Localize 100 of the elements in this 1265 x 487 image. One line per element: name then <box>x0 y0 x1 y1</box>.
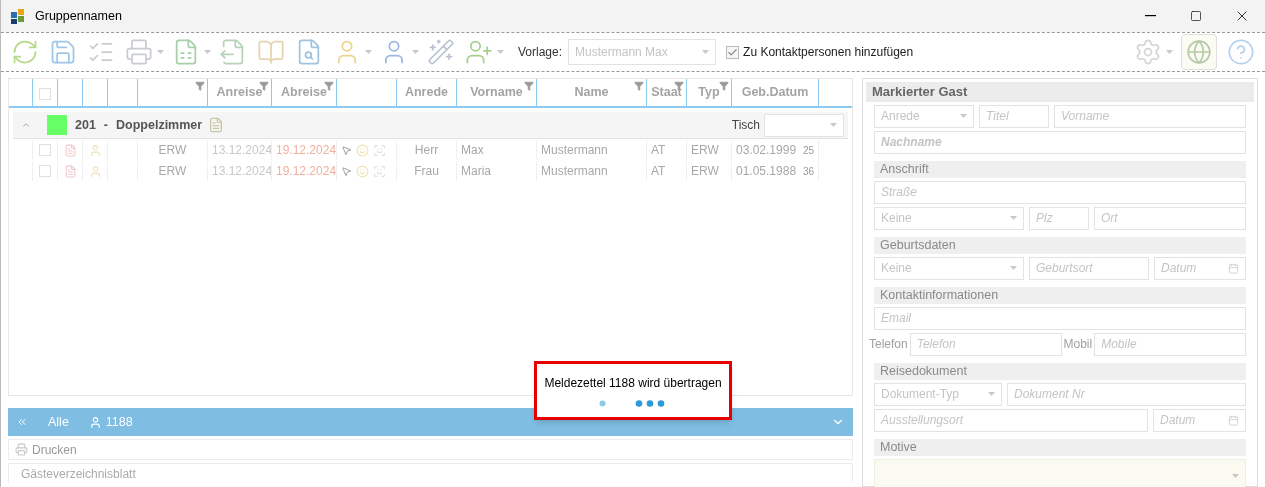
table-cell-text: 01.05.1988 <box>736 163 797 180</box>
input-field[interactable]: Datum <box>1153 408 1246 432</box>
face-scan-icon <box>373 164 386 178</box>
input-field[interactable]: Ort <box>1094 206 1246 230</box>
age-text: 25 <box>802 143 814 158</box>
age-text: 36 <box>802 164 814 179</box>
placeholder-text: Ausstellungsort <box>881 412 965 429</box>
placeholder-text: Titel <box>986 108 1010 125</box>
app-logo-icon <box>11 8 27 24</box>
first-page-icon[interactable] <box>16 416 28 428</box>
group-row[interactable]: 201 - Doppelzimmer Tisch <box>13 112 848 139</box>
smiley-icon <box>356 164 369 178</box>
input-field[interactable]: Vorname <box>1054 104 1246 128</box>
input-field[interactable]: Email <box>874 306 1246 330</box>
input-field[interactable]: Geburtsort <box>1029 256 1149 280</box>
template-dropdown[interactable]: Mustermann Max <box>568 39 717 65</box>
column-header[interactable]: Anreise <box>208 79 272 106</box>
column-header[interactable]: Abreise <box>272 79 337 106</box>
checkbox[interactable] <box>39 165 51 177</box>
placeholder-text: Dokument Nr <box>1014 386 1086 403</box>
checkbox[interactable] <box>39 144 51 156</box>
section-heading: Kontaktinformationen <box>874 286 1246 304</box>
phone-label: Telefon <box>869 336 908 353</box>
minimize-icon <box>1144 15 1156 17</box>
placeholder-text: Datum <box>1161 260 1198 277</box>
column-header[interactable]: Geb.Datum <box>732 79 819 106</box>
caret-icon <box>365 50 372 54</box>
caret-icon <box>412 50 419 54</box>
column-header[interactable]: Staat <box>647 79 687 106</box>
printer-icon[interactable] <box>123 36 155 68</box>
table-dropdown[interactable] <box>764 113 844 137</box>
column-header[interactable]: Anrede <box>397 79 457 106</box>
table-cell-text: Frau <box>414 163 439 180</box>
filter-icon[interactable] <box>524 81 534 91</box>
table-cell-text: 19.12.2024 <box>276 163 336 180</box>
face-scan-icon <box>373 143 386 157</box>
placeholder-text: Telefon <box>916 336 957 353</box>
input-field[interactable]: Plz <box>1029 206 1089 230</box>
dropdown-value: Keine <box>881 210 913 227</box>
dropdown[interactable]: Keine <box>874 206 1024 230</box>
printer-icon <box>15 443 28 456</box>
input-field[interactable]: Telefon <box>909 332 1062 356</box>
print-button[interactable]: Drucken <box>32 440 77 459</box>
filter-icon[interactable] <box>719 81 729 91</box>
collapse-icon[interactable] <box>21 120 31 130</box>
motives-dropdown[interactable] <box>874 458 1246 487</box>
column-header[interactable]: Vorname <box>457 79 537 106</box>
caret-icon <box>830 123 837 127</box>
input-field[interactable]: Ausstellungsort <box>874 408 1148 432</box>
calendar-icon <box>1228 414 1239 426</box>
dropdown[interactable]: Keine <box>874 256 1024 280</box>
pointer-icon <box>341 144 352 156</box>
user-icon <box>88 415 102 429</box>
table-cell-text: ERW <box>691 163 719 180</box>
caret-icon <box>1166 50 1173 54</box>
room-name: Doppelzimmer <box>116 116 203 134</box>
placeholder-text: Plz <box>1036 210 1054 227</box>
caret-icon <box>204 50 211 54</box>
all-filter[interactable]: Alle <box>48 412 69 432</box>
column-header[interactable]: Name <box>537 79 647 106</box>
table-cell-text: Mustermann <box>541 163 608 180</box>
document-icon <box>63 164 77 178</box>
section-heading: Motive <box>874 438 1246 456</box>
dropdown-value: Anrede <box>881 108 921 125</box>
input-field[interactable]: Nachname <box>874 130 1246 154</box>
document-icon <box>63 143 77 157</box>
dropdown[interactable]: Anrede <box>874 104 974 128</box>
calendar-icon <box>1228 262 1239 274</box>
placeholder-text: Mobile <box>1101 336 1138 353</box>
placeholder-text: Nachname <box>881 134 943 151</box>
filter-icon[interactable] <box>634 81 644 91</box>
caret-icon <box>1010 216 1017 220</box>
filter-icon[interactable] <box>195 81 205 91</box>
caret-icon <box>1010 266 1017 270</box>
input-field[interactable]: Mobile <box>1094 332 1246 356</box>
input-field[interactable]: Titel <box>979 104 1049 128</box>
placeholder-text: Geburtsort <box>1036 260 1094 277</box>
contact-checkbox[interactable]: Zu Kontaktpersonen hinzufügen <box>726 43 914 61</box>
caret-icon <box>1232 473 1239 478</box>
caret-icon <box>702 50 710 54</box>
input-field[interactable]: Datum <box>1154 256 1246 280</box>
caret-icon <box>157 50 164 54</box>
table-cell-text: Maria <box>461 163 491 180</box>
separator-text: - <box>103 116 109 134</box>
caret-icon <box>960 114 967 118</box>
dropdown-value: Mustermann Max <box>575 44 669 61</box>
checkbox[interactable] <box>39 88 51 100</box>
input-field[interactable]: Straße <box>874 180 1246 204</box>
maximize-icon <box>1190 10 1202 22</box>
input-field[interactable]: Dokument Nr <box>1007 382 1246 406</box>
placeholder-text: Ort <box>1101 210 1119 227</box>
user-icon <box>88 164 102 178</box>
document-icon <box>208 117 225 133</box>
table-cell-text: ERW <box>158 142 187 159</box>
pointer-icon <box>341 165 352 177</box>
table-cell-text: ERW <box>691 142 719 159</box>
guest-count: 1188 <box>105 413 133 431</box>
section-heading: Anschrift <box>874 160 1246 178</box>
dropdown[interactable]: Dokument-Typ <box>874 382 1002 406</box>
column-header[interactable]: Typ <box>687 79 732 106</box>
